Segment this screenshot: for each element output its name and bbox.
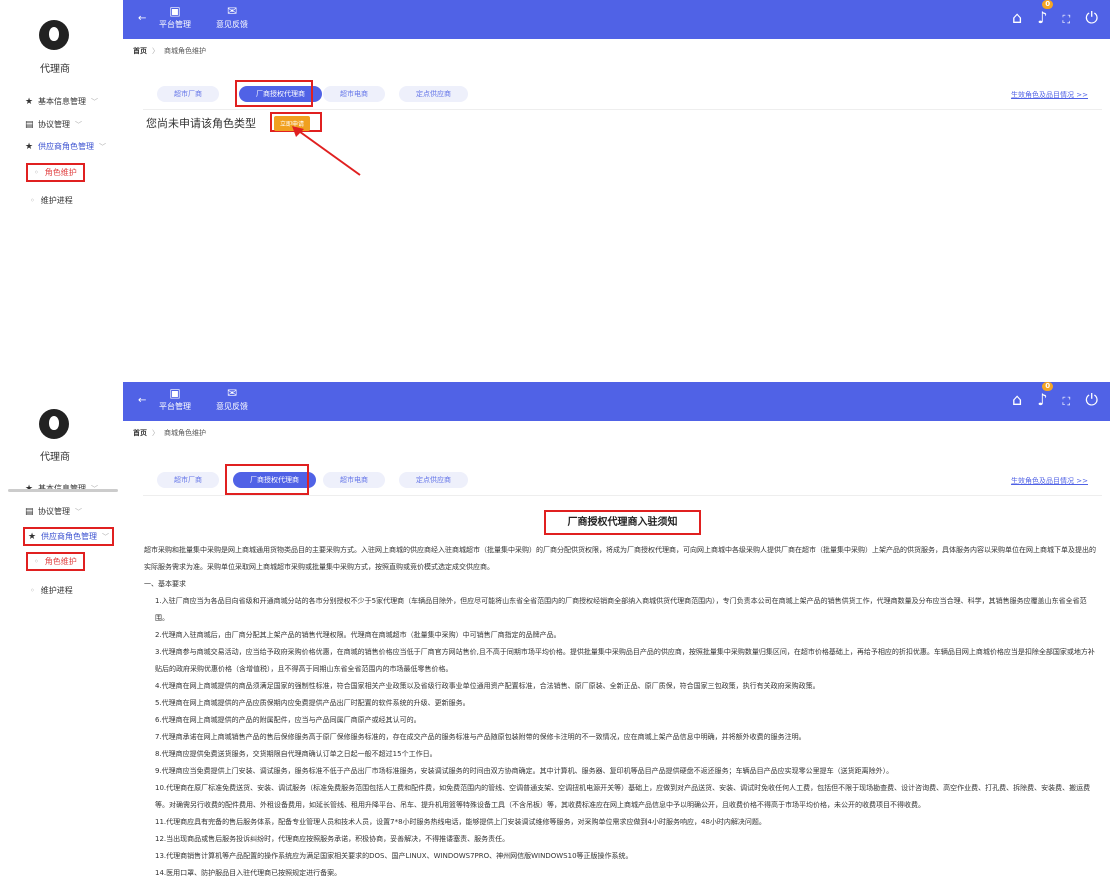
- role-tabs: 超市厂商 厂商授权代理商 超市电商 定点供应商 生效角色及品目情况 >>: [143, 78, 1102, 110]
- effective-roles-link[interactable]: 生效角色及品目情况 >>: [1011, 90, 1088, 100]
- bell-icon[interactable]: ♪ 0: [1037, 382, 1054, 409]
- document-title: 厂商授权代理商入驻须知: [544, 510, 701, 535]
- chevron-down-icon: ﹀: [75, 121, 82, 129]
- chevron-down-icon: ﹀: [102, 533, 109, 541]
- home-icon[interactable]: ⌂: [1012, 390, 1022, 409]
- highlight-box: [235, 80, 313, 107]
- screenshot-top: 代理商 ★ 基本信息管理 ﹀ ▤ 协议管理 ﹀ ★ 供应商角色管理 ﹀ ◦ 角色维护 ◦ 维护进…: [0, 0, 1110, 368]
- tab-designated-supplier[interactable]: 定点供应商: [399, 86, 468, 102]
- tab-supermarket-ecommerce[interactable]: 超市电商: [323, 472, 385, 488]
- bell-icon[interactable]: ♪ 0: [1037, 0, 1054, 27]
- document-icon: ▤: [25, 507, 34, 517]
- sidebar-subitem-maintain-progress[interactable]: ◦ 维护进程: [30, 585, 73, 596]
- requirement-item: 9.代理商应当免费提供上门安装、调试服务，服务标准不低于产品出厂市场标准服务，安…: [155, 767, 894, 775]
- topbar-actions: ⌂ ♪ 0 ⛶ ⏻: [1002, 0, 1098, 28]
- top-navbar: ← ▣ 平台管理 ✉ 意见反馈 ⌂ ♪ 0 ⛶ ⏻: [123, 0, 1110, 39]
- platform-icon: ▣: [169, 4, 181, 18]
- sidebar-subitem-role-maintain[interactable]: ◦ 角色维护: [26, 552, 85, 571]
- tab-supermarket-vendor[interactable]: 超市厂商: [157, 472, 219, 488]
- feedback-button[interactable]: ✉ 意见反馈: [215, 4, 249, 32]
- bullet-icon: ◦: [30, 586, 35, 595]
- requirement-item: 6.代理商在网上商城提供的产品的附属配件，应当与产品同属厂商原产或经其认可的。: [155, 716, 421, 724]
- star-icon: ★: [25, 97, 34, 107]
- logo-icon: [39, 409, 69, 439]
- feedback-button[interactable]: ✉ 意见反馈: [215, 386, 249, 414]
- platform-management-button[interactable]: ▣ 平台管理: [158, 386, 192, 414]
- requirement-item: 8.代理商应提供免费送货服务，交货期限自代理商确认订单之日起一般不超过15个工作…: [155, 750, 437, 758]
- chevron-down-icon: ﹀: [75, 508, 82, 516]
- notification-badge: 0: [1042, 0, 1054, 9]
- document-body: 超市采购和批量集中采购是网上商城通用货物类品目的主要采购方式。入驻网上商城的供应…: [144, 542, 1100, 882]
- fullscreen-icon[interactable]: ⛶: [1063, 395, 1071, 409]
- sidebar-item-agreement[interactable]: ▤ 协议管理 ﹀: [25, 506, 82, 517]
- requirement-item: 7.代理商承诺在网上商城销售产品的售后保修服务高于原厂保修服务标准的，存在成交产…: [155, 733, 806, 741]
- sidebar-item-supplier-role[interactable]: ★ 供应商角色管理 ﹀: [23, 527, 114, 546]
- sidebar-role-label: 代理商: [40, 64, 70, 75]
- effective-roles-link[interactable]: 生效角色及品目情况 >>: [1011, 476, 1088, 486]
- power-icon[interactable]: ⏻: [1085, 390, 1098, 410]
- requirement-item: 12.当出现商品或售后服务投诉纠纷时，代理商应按照服务承诺，积极协商，妥善解决，…: [155, 835, 510, 843]
- notification-badge: 0: [1042, 382, 1054, 391]
- breadcrumb: 首页〉商城角色维护: [133, 47, 206, 55]
- bullet-icon: ◦: [34, 557, 39, 566]
- bullet-icon: ◦: [30, 196, 35, 205]
- annotation-arrow-icon: [292, 126, 361, 176]
- sidebar-item-supplier-role[interactable]: ★ 供应商角色管理 ﹀: [25, 141, 106, 152]
- role-tabs: 超市厂商 厂商授权代理商 超市电商 定点供应商 生效角色及品目情况 >>: [143, 464, 1102, 496]
- breadcrumb-current: 商城角色维护: [164, 47, 206, 55]
- sidebar: 代理商 ★基本信息管理﹀ ▤协议管理﹀ ★供应商角色管理﹀ ◦角色维护 ◦维护进…: [0, 382, 122, 893]
- star-icon: ★: [25, 142, 34, 152]
- breadcrumb-home[interactable]: 首页: [133, 429, 147, 437]
- sidebar-subitem-maintain-progress[interactable]: ◦ 维护进程: [30, 195, 73, 206]
- section-heading: 一、基本要求: [144, 580, 186, 588]
- topbar-actions: ⌂ ♪ 0 ⛶ ⏻: [1002, 382, 1098, 410]
- document-intro: 超市采购和批量集中采购是网上商城通用货物类品目的主要采购方式。入驻网上商城的供应…: [144, 546, 1096, 571]
- tab-supermarket-vendor[interactable]: 超市厂商: [157, 86, 219, 102]
- sidebar: 代理商 ★基本信息管理﹀ ▤协议管理﹀ ★供应商角色管理﹀ ◦角色维护 ◦维护进…: [0, 0, 122, 368]
- logo-icon: [39, 20, 69, 50]
- chevron-down-icon: ﹀: [91, 98, 98, 106]
- highlight-box: [225, 464, 309, 495]
- requirement-item: 4.代理商在网上商城提供的商品须满足国家的强制性标准，符合国家相关产业政策以及省…: [155, 682, 820, 690]
- requirement-item: 3.代理商参与商城交易活动，应当给予政府采购价格优惠，在商城的销售价格应当低于厂…: [155, 648, 1095, 673]
- breadcrumb-home[interactable]: 首页: [133, 47, 147, 55]
- back-arrow-icon[interactable]: ←: [138, 13, 146, 24]
- chevron-down-icon: ﹀: [99, 143, 106, 151]
- requirement-item: 11.代理商应具有完备的售后服务体系，配备专业管理人员和技术人员，设置7*8小时…: [155, 818, 766, 826]
- requirement-item: 5.代理商在网上商城提供的产品应质保期内应免费提供产品出厂时配置的软件系统的升级…: [155, 699, 470, 707]
- breadcrumb: 首页〉商城角色维护: [133, 429, 206, 437]
- document-icon: ▤: [25, 120, 34, 130]
- sidebar-subitem-role-maintain[interactable]: ◦ 角色维护: [26, 163, 85, 182]
- requirement-item: 2.代理商入驻商城后，由厂商分配其上架产品的销售代理权限。代理商在商城超市（批量…: [155, 631, 561, 639]
- requirement-item: 10.代理商在原厂标准免费送货、安装、调试服务（标准免费服务范围包括人工费和配件…: [155, 784, 1091, 809]
- star-icon: ★: [28, 532, 37, 542]
- requirement-item: 1.入驻厂商应当为各品目向省级和开通商城分站的各市分别授权不少于5家代理商（车辆…: [155, 597, 1087, 622]
- top-navbar: ← ▣ 平台管理 ✉ 意见反馈 ⌂ ♪ 0 ⛶ ⏻: [123, 382, 1110, 421]
- bullet-icon: ◦: [34, 168, 39, 177]
- breadcrumb-current: 商城角色维护: [164, 429, 206, 437]
- sidebar-role-label: 代理商: [40, 452, 70, 463]
- sidebar-item-agreement[interactable]: ▤ 协议管理 ﹀: [25, 119, 82, 130]
- power-icon[interactable]: ⏻: [1085, 8, 1098, 28]
- fullscreen-icon[interactable]: ⛶: [1063, 13, 1071, 27]
- feedback-icon: ✉: [226, 386, 238, 400]
- requirement-item: 14.医用口罩、防护服品目入驻代理商已按照规定进行备案。: [155, 869, 342, 877]
- platform-management-button[interactable]: ▣ 平台管理: [158, 4, 192, 32]
- not-applied-message: 您尚未申请该角色类型: [146, 117, 256, 130]
- tab-supermarket-ecommerce[interactable]: 超市电商: [323, 86, 385, 102]
- screenshot-bottom: 代理商 ★基本信息管理﹀ ▤协议管理﹀ ★供应商角色管理﹀ ◦角色维护 ◦维护进…: [0, 382, 1110, 893]
- feedback-icon: ✉: [226, 4, 238, 18]
- home-icon[interactable]: ⌂: [1012, 8, 1022, 27]
- back-arrow-icon[interactable]: ←: [138, 395, 146, 406]
- requirement-item: 13.代理商销售计算机等产品配置的操作系统应为满足国家相关要求的DOS、国产LI…: [155, 852, 633, 860]
- platform-icon: ▣: [169, 386, 181, 400]
- scrollbar[interactable]: [8, 489, 118, 492]
- tab-designated-supplier[interactable]: 定点供应商: [399, 472, 468, 488]
- sidebar-item-basic-info[interactable]: ★基本信息管理﹀: [25, 96, 98, 107]
